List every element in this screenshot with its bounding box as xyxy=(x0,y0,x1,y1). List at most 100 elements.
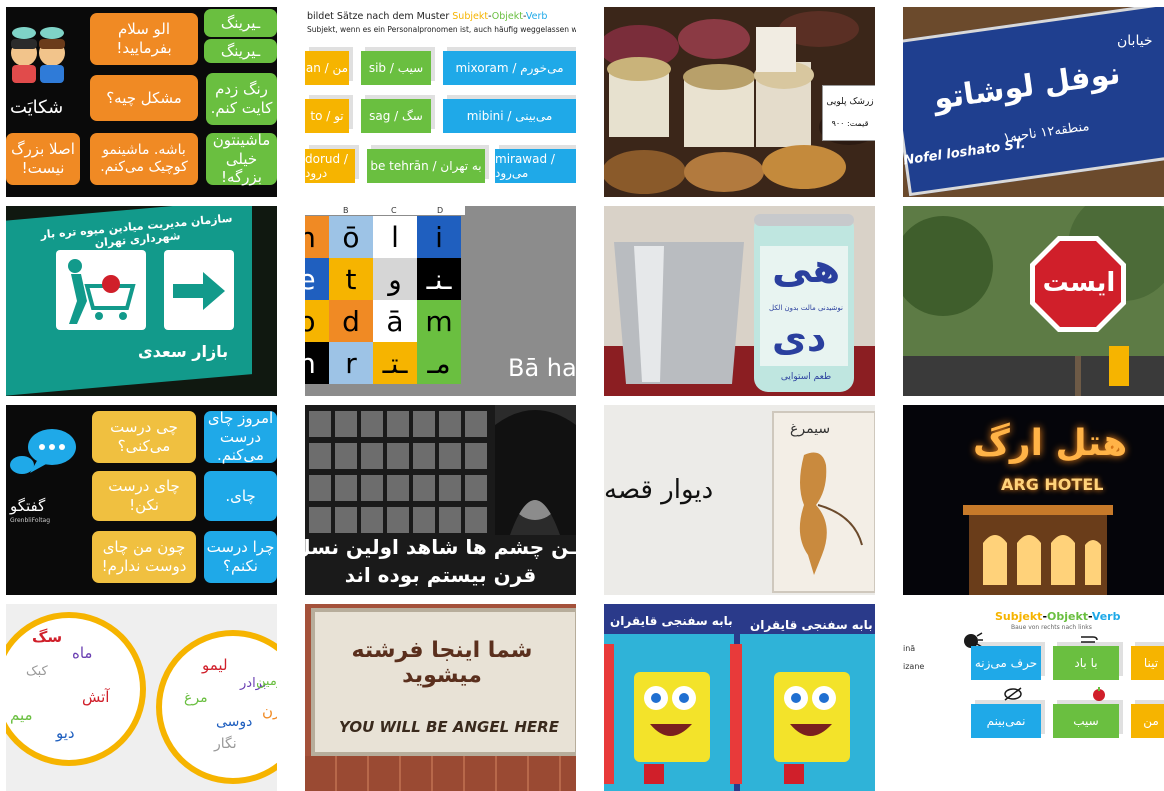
card-blue-today[interactable]: امروز چای درست می‌کنم. xyxy=(204,409,277,464)
angel-sign-en: YOU WILL BE ANGEL HERE xyxy=(339,718,559,736)
left-word-b: izane xyxy=(903,662,925,671)
card-green-c[interactable]: رنگ زدم کایت کنم. xyxy=(206,73,277,125)
card-blue-tea[interactable]: چای. xyxy=(204,471,277,521)
drink-scene-image xyxy=(604,206,875,396)
hotel-name-fa: هتل ارگ xyxy=(973,423,1128,464)
tile-alphabet-grid: B C D n ō ا i e t و ـنـ o d ā m h r ـتـ … xyxy=(305,206,576,396)
wind-icon xyxy=(1081,636,1098,643)
bird-poster-image xyxy=(799,452,863,575)
card-yellow-dont[interactable]: چای درست نکن! xyxy=(92,471,196,521)
tile-word-circles: سگ ماه کبک آتش میم دیو لیمو برادر مرغ زن… xyxy=(6,604,277,791)
topic-label: شکایَت xyxy=(10,97,64,118)
col-b-label: B xyxy=(343,206,349,215)
tile-angel-sign: شما اینجا فرشته میشوید YOU WILL BE ANGEL… xyxy=(305,604,576,791)
tile-arg-hotel: هتل ارگ ARG HOTEL xyxy=(903,405,1164,595)
word-left-5: میم xyxy=(10,706,33,724)
shopping-cart-icon xyxy=(68,259,136,324)
stop-word: ایست xyxy=(1042,268,1116,298)
word-right-6: نگار xyxy=(214,736,237,752)
tile-dialogue-tea[interactable]: گفتگو GrenbliFoltag چی درست می‌کنی؟ امرو… xyxy=(6,405,277,595)
card-orange-shrink[interactable]: باشه. ماشینمو کوچیک می‌کنم. xyxy=(90,133,198,185)
brick-wall-strip xyxy=(305,756,576,791)
poster-banner-right: بابه سفنجی قایقران xyxy=(750,618,873,632)
tile-dialogue-complaint[interactable]: شکایَت ـیرینگ ـیرینگ الو سلام بفرمایید! … xyxy=(6,7,277,197)
logo-subtext: GrenbliFoltag xyxy=(10,517,51,524)
word-left-1: سگ xyxy=(32,628,63,646)
cell-r2-c1: e xyxy=(305,258,329,300)
cell-r4-c1: h xyxy=(305,342,329,384)
card-orange-problem[interactable]: مشکل چیه؟ xyxy=(90,75,198,121)
card-green-b[interactable]: ـیرینگ xyxy=(204,39,277,63)
brand-line-1: هی xyxy=(772,246,841,292)
card-green-a[interactable]: ـیرینگ xyxy=(204,9,277,37)
memorial-line-2: قرن بیستم بوده اند xyxy=(344,563,537,587)
word-left-3: کبک xyxy=(26,664,48,679)
card-blue-why[interactable]: چرا درست نکنم؟ xyxy=(204,531,277,583)
tile-sentence-cubes[interactable]: bildet Sätze nach dem Muster Subjekt-Obj… xyxy=(305,7,576,197)
col-d-label: D xyxy=(437,206,444,215)
left-word-a: inā xyxy=(903,644,916,653)
card-yellow-what[interactable]: چی درست می‌کنی؟ xyxy=(92,411,196,463)
cell-r1-c4: i xyxy=(417,216,461,258)
logo-text: گفتگو xyxy=(10,497,46,515)
cube-obj-apple[interactable]: سیب xyxy=(1053,704,1119,738)
header-text: bildet Sätze nach dem Muster xyxy=(307,11,453,22)
cube-subj-1[interactable]: an / من xyxy=(305,51,349,85)
cell-r3-c3: ā xyxy=(373,300,417,342)
poster-title: سیمرغ xyxy=(790,421,831,437)
memorial-line-1: ـن چشم ها شاهد اولین نسل کشی xyxy=(305,535,576,559)
poster-banner-left: بابه سفنجی قایقران xyxy=(610,614,733,628)
word-right-7: زمین xyxy=(256,674,277,689)
word-right-1: لیمو xyxy=(202,656,228,674)
cell-r4-c3: ـتـ xyxy=(373,342,417,384)
word-right-4: زن xyxy=(262,702,277,720)
cube-verb-3[interactable]: mirawad / می‌رود xyxy=(495,149,576,183)
tile-malt-drink: هی دی نوشیدنی مالت بدون الکل طعم استوایی xyxy=(604,206,875,396)
card-orange-not-big[interactable]: اصلا بزرگ نیست! xyxy=(6,133,80,185)
sov-subtitle: Baue von rechts nach links xyxy=(1011,624,1092,631)
cube-verb-2[interactable]: mibini / می‌بینی xyxy=(443,99,576,133)
cube-verb-speaks[interactable]: حرف می‌زنه xyxy=(971,646,1041,680)
tile-spice-market: زرشک پلویی قیمت: ۹۰۰ xyxy=(604,7,875,197)
tile-stop-sign: ایست xyxy=(903,206,1164,396)
tile-story-wall: دیوار قصه سیمرغ xyxy=(604,405,875,595)
cube-obj-2[interactable]: sag / سگ xyxy=(361,99,431,133)
cube-subj-3[interactable]: dorud / درود xyxy=(305,149,355,183)
cell-r4-c4: مـ xyxy=(417,342,461,384)
cube-obj-wind[interactable]: با باد xyxy=(1053,646,1119,680)
cube-subj-2[interactable]: to / تو xyxy=(305,99,349,133)
cube-obj-3[interactable]: be tehrān / به تهران xyxy=(367,149,485,183)
cell-r1-c3: ا xyxy=(373,216,417,258)
chat-avatars-icon xyxy=(8,25,78,85)
card-orange-greeting[interactable]: الو سلام بفرمایید! xyxy=(90,13,198,65)
tile-spongebob-posters: بابه سفنجی قایقران بابه سفنجی قایقران xyxy=(604,604,875,791)
header-objekt: Objekt xyxy=(491,11,523,22)
sov-objekt: Objekt xyxy=(1047,610,1089,623)
tile-street-sign: خیابان نوفل لوشاتو منطقه۱۲ ناحیه۱ Nofel … xyxy=(903,7,1164,197)
cell-r2-c4: ـنـ xyxy=(417,258,461,300)
price-card xyxy=(822,85,875,141)
cube-subj-me[interactable]: من xyxy=(1131,704,1164,738)
cell-r4-c2: r xyxy=(329,342,373,384)
bazaar-name: بازار سعدی xyxy=(138,342,229,361)
sov-verb: Verb xyxy=(1091,610,1121,623)
cube-obj-1[interactable]: sib / سیب xyxy=(361,51,431,85)
tile-build-sentence[interactable]: Subjekt-Objekt-Verb Baue von rechts nach… xyxy=(903,604,1164,791)
story-wall-text: دیوار قصه xyxy=(604,475,714,505)
tile-bazaar-sign: سازمان مدیریت میادین میوه تره بار شهردار… xyxy=(6,206,277,396)
card-yellow-because[interactable]: چون من چای دوست ندارم! xyxy=(92,531,196,583)
cell-r1-c1: n xyxy=(305,216,329,258)
grid-caption: Bā ha xyxy=(508,354,576,382)
right-arrow-icon xyxy=(173,272,225,310)
word-circle-right xyxy=(156,630,277,784)
cube-verb-1[interactable]: mixoram / می‌خورم xyxy=(443,51,576,85)
cube-verb-notsee[interactable]: نمی‌بینم xyxy=(971,704,1041,738)
price-card-price: قیمت: ۹۰۰ xyxy=(831,119,869,128)
cube-subj-tina[interactable]: تینا xyxy=(1131,646,1164,680)
col-c-label: C xyxy=(391,206,397,215)
apple-icon xyxy=(1093,687,1105,701)
spongebob-posters-image xyxy=(604,604,875,791)
card-green-big[interactable]: ماشینتون خیلی بزرگه! xyxy=(206,131,277,186)
word-left-2: ماه xyxy=(72,644,93,662)
tile-memorial-wall: ـن چشم ها شاهد اولین نسل کشی قرن بیستم ب… xyxy=(305,405,576,595)
